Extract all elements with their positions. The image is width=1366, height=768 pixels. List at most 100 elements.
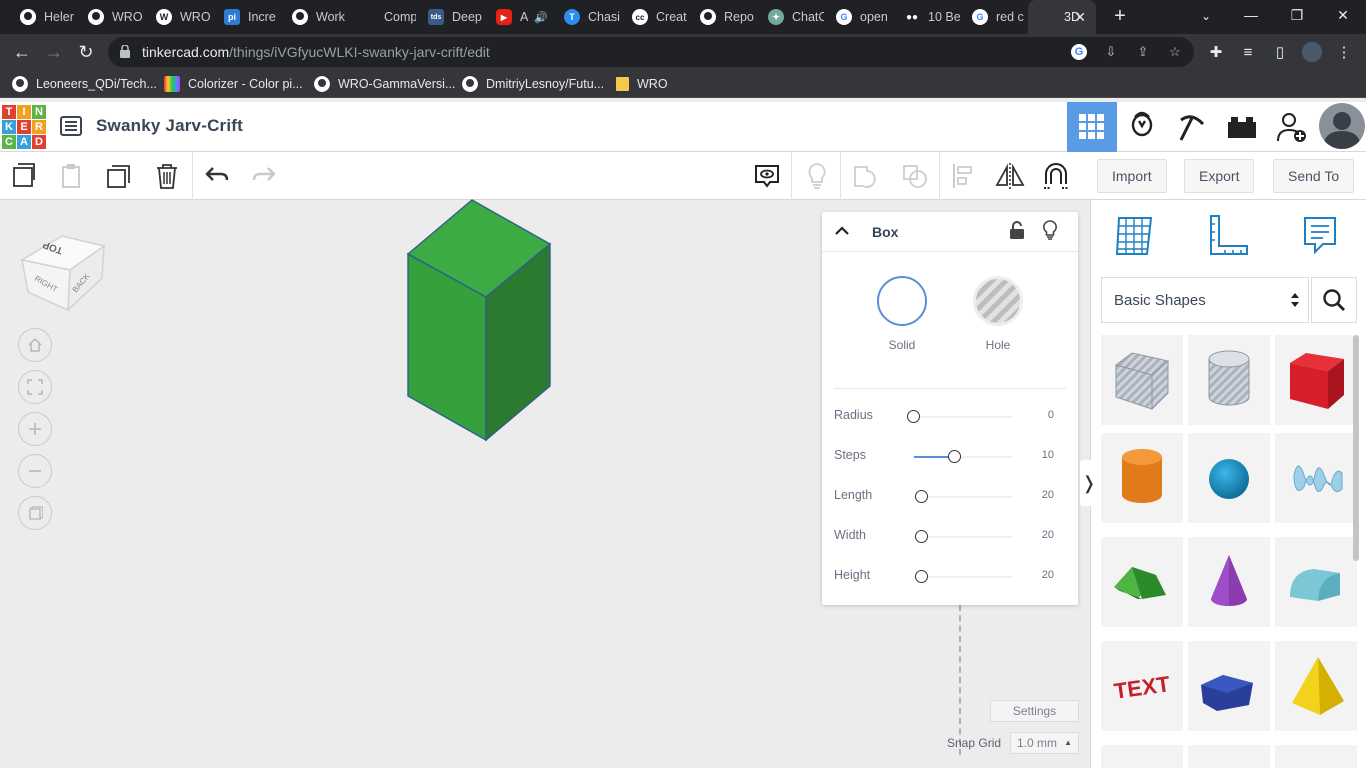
prop-length[interactable]: Length 20 bbox=[834, 486, 1066, 506]
slider-knob[interactable] bbox=[914, 530, 928, 543]
browser-tab[interactable]: W WRO bbox=[144, 0, 212, 34]
export-button[interactable]: Export bbox=[1184, 159, 1255, 193]
collapse-panel-button[interactable]: ❭ bbox=[1080, 460, 1098, 506]
ungroup-button[interactable] bbox=[899, 160, 931, 192]
extensions-icon[interactable]: ✚ bbox=[1206, 42, 1226, 62]
lightbulb-icon[interactable] bbox=[1042, 220, 1058, 240]
shape-library-select[interactable]: Basic Shapes bbox=[1101, 277, 1309, 323]
hole-swatch[interactable] bbox=[973, 276, 1023, 326]
prop-steps[interactable]: Steps 10 bbox=[834, 446, 1066, 466]
zoom-in-button[interactable] bbox=[18, 412, 52, 446]
design-list-icon[interactable] bbox=[60, 116, 82, 136]
ortho-view-button[interactable] bbox=[18, 496, 52, 530]
redo-button[interactable] bbox=[248, 160, 280, 192]
shape-round-roof[interactable] bbox=[1275, 537, 1357, 627]
bookmark-item[interactable]: WRO-GammaVersi... bbox=[314, 75, 455, 93]
radius-slider[interactable] bbox=[907, 410, 1012, 423]
slider-knob[interactable] bbox=[907, 410, 920, 423]
slider-knob[interactable] bbox=[914, 570, 928, 583]
shape-roof[interactable] bbox=[1101, 537, 1183, 627]
browser-tab[interactable]: Comp bbox=[348, 0, 416, 34]
browser-tab[interactable]: Heler bbox=[8, 0, 76, 34]
close-tab-icon[interactable]: ✕ bbox=[1074, 9, 1086, 26]
box-shape-3d[interactable] bbox=[404, 198, 554, 444]
address-bar[interactable]: tinkercad.com/things/iVGfyucWLKI-swanky-… bbox=[108, 37, 1194, 67]
shapes-panel-scrollbar[interactable] bbox=[1353, 335, 1359, 561]
shape-cylinder[interactable] bbox=[1101, 433, 1183, 523]
browser-tab[interactable]: ▶ A 🔊 bbox=[484, 0, 552, 34]
solid-option[interactable]: Solid bbox=[876, 276, 928, 352]
invite-user-button[interactable] bbox=[1267, 102, 1317, 152]
view-cube[interactable]: TOP RIGHT BACK bbox=[18, 218, 108, 314]
tab-search-button[interactable]: ⌄ bbox=[1194, 4, 1218, 28]
fit-view-button[interactable] bbox=[18, 370, 52, 404]
zoom-out-button[interactable] bbox=[18, 454, 52, 488]
browser-tab[interactable]: pi Incre bbox=[212, 0, 280, 34]
solid-color-swatch[interactable] bbox=[877, 276, 927, 326]
forward-button[interactable]: → bbox=[40, 38, 68, 66]
tinkercad-logo[interactable]: T I N K E R C A D bbox=[2, 105, 46, 149]
mirror-button[interactable] bbox=[994, 160, 1026, 192]
blocks-view-button[interactable] bbox=[1117, 102, 1167, 152]
shape-tile-partial[interactable] bbox=[1101, 745, 1183, 768]
browser-tab[interactable]: tds Deep bbox=[416, 0, 484, 34]
shape-pyramid[interactable] bbox=[1275, 641, 1357, 731]
length-slider[interactable] bbox=[914, 490, 1012, 503]
browser-tab[interactable]: WRO bbox=[76, 0, 144, 34]
slider-knob[interactable] bbox=[948, 450, 962, 463]
google-lens-icon[interactable]: G bbox=[1071, 44, 1087, 60]
side-panel-icon[interactable]: ▯ bbox=[1270, 42, 1290, 62]
browser-tab[interactable]: Work bbox=[280, 0, 348, 34]
install-icon[interactable]: ⇩ bbox=[1103, 44, 1119, 60]
slider-knob[interactable] bbox=[914, 490, 928, 503]
home-view-button[interactable] bbox=[18, 328, 52, 362]
shape-text[interactable]: TEXT bbox=[1101, 641, 1183, 731]
browser-tab[interactable]: ✦ ChatC bbox=[756, 0, 824, 34]
height-slider[interactable] bbox=[914, 570, 1012, 583]
width-slider[interactable] bbox=[914, 530, 1012, 543]
snap-grid-select[interactable]: 1.0 mm ▲ bbox=[1010, 732, 1079, 754]
shape-tile-partial[interactable] bbox=[1188, 745, 1270, 768]
cruise-button[interactable] bbox=[1040, 160, 1072, 192]
media-controls-icon[interactable]: ≡ bbox=[1238, 42, 1258, 62]
undo-button[interactable] bbox=[201, 160, 233, 192]
shape-cylinder-hole[interactable] bbox=[1188, 335, 1270, 425]
browser-tab[interactable]: Repo bbox=[688, 0, 756, 34]
lego-view-button[interactable] bbox=[1217, 102, 1267, 152]
duplicate-button[interactable] bbox=[103, 160, 135, 192]
browser-tab-active[interactable]: 3D ✕ bbox=[1028, 0, 1096, 34]
shape-polygon[interactable] bbox=[1188, 641, 1270, 731]
3d-design-view-button[interactable] bbox=[1067, 102, 1117, 152]
shape-tile-partial[interactable] bbox=[1275, 745, 1357, 768]
bookmark-item[interactable]: DmitriyLesnoy/Futu... bbox=[462, 75, 604, 93]
user-avatar[interactable] bbox=[1319, 103, 1365, 149]
steps-slider[interactable] bbox=[914, 450, 1012, 463]
unlock-icon[interactable] bbox=[1009, 221, 1025, 239]
bookmark-item[interactable]: Leoneers_QDi/Tech... bbox=[12, 75, 157, 93]
bookmark-star-icon[interactable]: ☆ bbox=[1167, 44, 1183, 60]
paste-button[interactable] bbox=[55, 160, 87, 192]
new-tab-button[interactable]: + bbox=[1108, 4, 1132, 28]
back-button[interactable]: ← bbox=[8, 38, 36, 66]
maximize-button[interactable]: ❐ bbox=[1274, 0, 1320, 30]
browser-tab[interactable]: Gred c bbox=[960, 0, 1028, 34]
reload-button[interactable]: ↻ bbox=[72, 38, 100, 66]
browser-tab[interactable]: Gopen bbox=[824, 0, 892, 34]
bookmark-item[interactable]: Colorizer - Color pi... bbox=[164, 75, 303, 93]
workplane-tool-icon[interactable] bbox=[1113, 214, 1157, 258]
settings-button[interactable]: Settings bbox=[990, 700, 1079, 722]
close-window-button[interactable]: ✕ bbox=[1320, 0, 1366, 30]
prop-width[interactable]: Width 20 bbox=[834, 526, 1066, 546]
notes-button[interactable] bbox=[751, 160, 783, 192]
chevron-up-icon[interactable] bbox=[834, 223, 850, 239]
show-all-button[interactable] bbox=[801, 160, 833, 192]
notes-tool-icon[interactable] bbox=[1297, 214, 1341, 258]
minimize-button[interactable]: — bbox=[1228, 0, 1274, 30]
browser-tab[interactable]: cc Creat bbox=[620, 0, 688, 34]
shape-box[interactable] bbox=[1275, 335, 1357, 425]
import-button[interactable]: Import bbox=[1097, 159, 1167, 193]
delete-button[interactable] bbox=[151, 160, 183, 192]
chrome-menu-icon[interactable]: ⋮ bbox=[1334, 42, 1354, 62]
prop-radius[interactable]: Radius 0 bbox=[834, 406, 1066, 426]
hole-option[interactable]: Hole bbox=[972, 276, 1024, 352]
